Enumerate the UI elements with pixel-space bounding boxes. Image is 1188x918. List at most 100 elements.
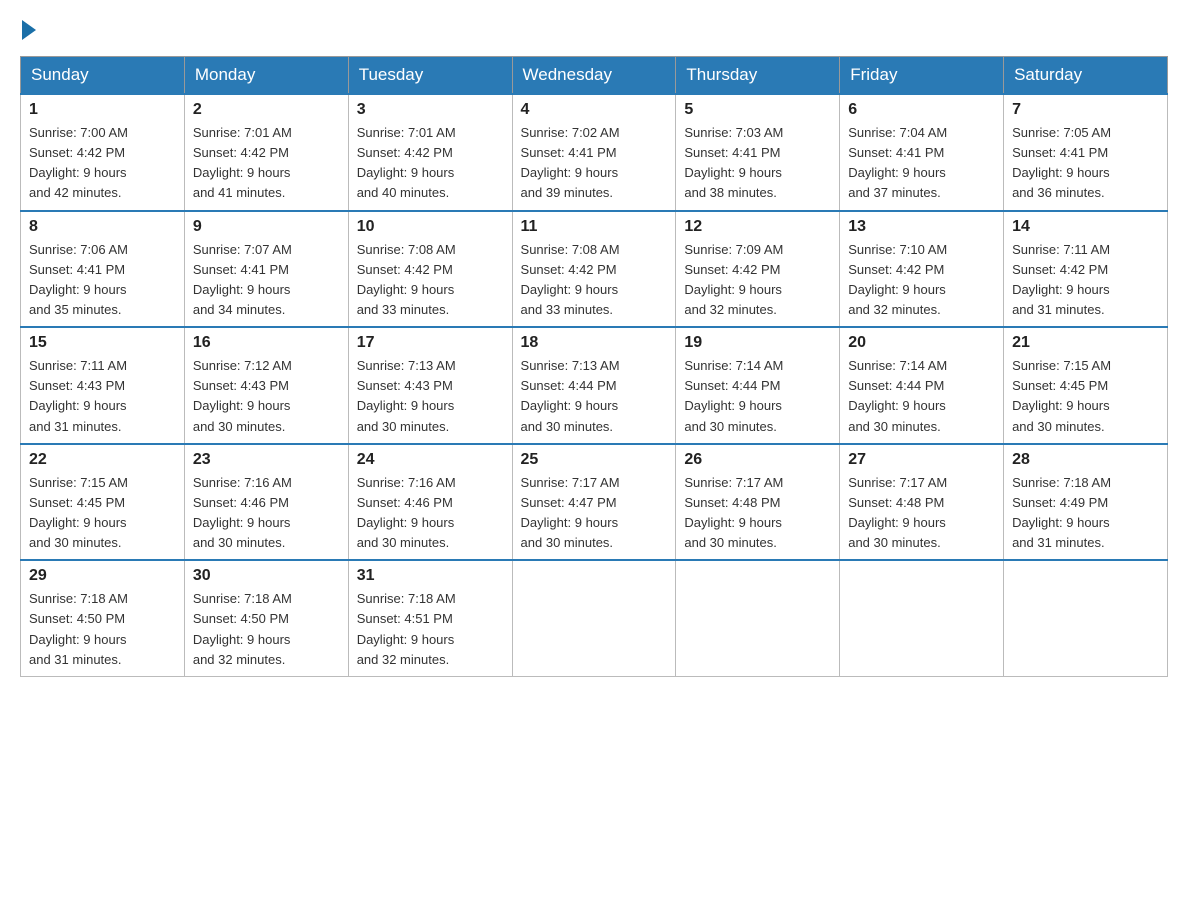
day-number-28: 28 (1012, 451, 1159, 469)
calendar-day-18: 18Sunrise: 7:13 AMSunset: 4:44 PMDayligh… (512, 327, 676, 444)
header-tuesday: Tuesday (348, 57, 512, 95)
calendar-day-23: 23 Sunrise: 7:16 AMSunset: 4:46 PMDayligh… (184, 444, 348, 561)
calendar-day-28: 28 Sunrise: 7:18 AMSunset: 4:49 PMDayligh… (1004, 444, 1168, 561)
day-number-1: 1 (29, 101, 176, 119)
calendar-day-3: 3 Sunrise: 7:01 AMSunset: 4:42 PMDaylight… (348, 94, 512, 211)
day-info-17: Sunrise: 7:13 AMSunset: 4:43 PMDaylight:… (357, 356, 504, 437)
day-number-9: 9 (193, 218, 340, 236)
day-number-21: 21 (1012, 334, 1159, 352)
header-thursday: Thursday (676, 57, 840, 95)
day-info-29: Sunrise: 7:18 AMSunset: 4:50 PMDaylight:… (29, 589, 176, 670)
day-info-14: Sunrise: 7:11 AMSunset: 4:42 PMDaylight:… (1012, 240, 1159, 321)
day-info-20: Sunrise: 7:14 AMSunset: 4:44 PMDaylight:… (848, 356, 995, 437)
day-number-31: 31 (357, 567, 504, 585)
week-row-4: 22Sunrise: 7:15 AMSunset: 4:45 PMDayligh… (21, 444, 1168, 561)
calendar-day-26: 26 Sunrise: 7:17 AMSunset: 4:48 PMDayligh… (676, 444, 840, 561)
calendar-day-16: 16 Sunrise: 7:12 AMSunset: 4:43 PMDayligh… (184, 327, 348, 444)
day-info-5: Sunrise: 7:03 AMSunset: 4:41 PMDaylight:… (684, 123, 831, 204)
day-number-14: 14 (1012, 218, 1159, 236)
week-row-1: 1 Sunrise: 7:00 AMSunset: 4:42 PMDaylight… (21, 94, 1168, 211)
calendar-day-5: 5 Sunrise: 7:03 AMSunset: 4:41 PMDaylight… (676, 94, 840, 211)
empty-cell (676, 560, 840, 676)
day-number-26: 26 (684, 451, 831, 469)
day-info-19: Sunrise: 7:14 AMSunset: 4:44 PMDaylight:… (684, 356, 831, 437)
day-info-31: Sunrise: 7:18 AMSunset: 4:51 PMDaylight:… (357, 589, 504, 670)
day-number-22: 22 (29, 451, 176, 469)
day-number-25: 25 (521, 451, 668, 469)
day-info-13: Sunrise: 7:10 AMSunset: 4:42 PMDaylight:… (848, 240, 995, 321)
day-number-7: 7 (1012, 101, 1159, 119)
day-info-28: Sunrise: 7:18 AMSunset: 4:49 PMDaylight:… (1012, 473, 1159, 554)
day-info-6: Sunrise: 7:04 AMSunset: 4:41 PMDaylight:… (848, 123, 995, 204)
header-saturday: Saturday (1004, 57, 1168, 95)
week-row-2: 8Sunrise: 7:06 AMSunset: 4:41 PMDaylight… (21, 211, 1168, 328)
day-info-7: Sunrise: 7:05 AMSunset: 4:41 PMDaylight:… (1012, 123, 1159, 204)
day-info-25: Sunrise: 7:17 AMSunset: 4:47 PMDaylight:… (521, 473, 668, 554)
calendar-day-11: 11 Sunrise: 7:08 AMSunset: 4:42 PMDayligh… (512, 211, 676, 328)
week-row-5: 29Sunrise: 7:18 AMSunset: 4:50 PMDayligh… (21, 560, 1168, 676)
day-number-5: 5 (684, 101, 831, 119)
calendar-day-6: 6 Sunrise: 7:04 AMSunset: 4:41 PMDaylight… (840, 94, 1004, 211)
day-number-11: 11 (521, 218, 668, 236)
calendar-day-2: 2 Sunrise: 7:01 AMSunset: 4:42 PMDaylight… (184, 94, 348, 211)
day-info-1: Sunrise: 7:00 AMSunset: 4:42 PMDaylight:… (29, 123, 176, 204)
calendar-day-14: 14 Sunrise: 7:11 AMSunset: 4:42 PMDayligh… (1004, 211, 1168, 328)
day-number-6: 6 (848, 101, 995, 119)
calendar-day-15: 15Sunrise: 7:11 AMSunset: 4:43 PMDayligh… (21, 327, 185, 444)
day-number-16: 16 (193, 334, 340, 352)
day-number-10: 10 (357, 218, 504, 236)
day-info-3: Sunrise: 7:01 AMSunset: 4:42 PMDaylight:… (357, 123, 504, 204)
calendar-day-7: 7 Sunrise: 7:05 AMSunset: 4:41 PMDaylight… (1004, 94, 1168, 211)
day-number-24: 24 (357, 451, 504, 469)
calendar-day-22: 22Sunrise: 7:15 AMSunset: 4:45 PMDayligh… (21, 444, 185, 561)
calendar-day-25: 25 Sunrise: 7:17 AMSunset: 4:47 PMDayligh… (512, 444, 676, 561)
day-number-12: 12 (684, 218, 831, 236)
day-number-18: 18 (521, 334, 668, 352)
calendar-day-10: 10 Sunrise: 7:08 AMSunset: 4:42 PMDayligh… (348, 211, 512, 328)
calendar-day-19: 19 Sunrise: 7:14 AMSunset: 4:44 PMDayligh… (676, 327, 840, 444)
day-info-4: Sunrise: 7:02 AMSunset: 4:41 PMDaylight:… (521, 123, 668, 204)
day-number-30: 30 (193, 567, 340, 585)
day-info-24: Sunrise: 7:16 AMSunset: 4:46 PMDaylight:… (357, 473, 504, 554)
day-info-26: Sunrise: 7:17 AMSunset: 4:48 PMDaylight:… (684, 473, 831, 554)
logo-arrow-icon (22, 20, 36, 40)
logo (20, 20, 38, 40)
day-info-12: Sunrise: 7:09 AMSunset: 4:42 PMDaylight:… (684, 240, 831, 321)
day-number-4: 4 (521, 101, 668, 119)
day-info-11: Sunrise: 7:08 AMSunset: 4:42 PMDaylight:… (521, 240, 668, 321)
empty-cell (512, 560, 676, 676)
header-wednesday: Wednesday (512, 57, 676, 95)
day-number-2: 2 (193, 101, 340, 119)
week-row-3: 15Sunrise: 7:11 AMSunset: 4:43 PMDayligh… (21, 327, 1168, 444)
day-info-23: Sunrise: 7:16 AMSunset: 4:46 PMDaylight:… (193, 473, 340, 554)
day-info-30: Sunrise: 7:18 AMSunset: 4:50 PMDaylight:… (193, 589, 340, 670)
header-monday: Monday (184, 57, 348, 95)
page-header (20, 20, 1168, 40)
header-friday: Friday (840, 57, 1004, 95)
day-number-27: 27 (848, 451, 995, 469)
day-info-16: Sunrise: 7:12 AMSunset: 4:43 PMDaylight:… (193, 356, 340, 437)
day-number-3: 3 (357, 101, 504, 119)
day-info-9: Sunrise: 7:07 AMSunset: 4:41 PMDaylight:… (193, 240, 340, 321)
empty-cell (840, 560, 1004, 676)
calendar-day-9: 9 Sunrise: 7:07 AMSunset: 4:41 PMDaylight… (184, 211, 348, 328)
day-number-15: 15 (29, 334, 176, 352)
empty-cell (1004, 560, 1168, 676)
day-number-17: 17 (357, 334, 504, 352)
day-info-2: Sunrise: 7:01 AMSunset: 4:42 PMDaylight:… (193, 123, 340, 204)
day-info-10: Sunrise: 7:08 AMSunset: 4:42 PMDaylight:… (357, 240, 504, 321)
day-number-19: 19 (684, 334, 831, 352)
calendar-day-31: 31 Sunrise: 7:18 AMSunset: 4:51 PMDayligh… (348, 560, 512, 676)
calendar-day-4: 4 Sunrise: 7:02 AMSunset: 4:41 PMDaylight… (512, 94, 676, 211)
calendar-day-29: 29Sunrise: 7:18 AMSunset: 4:50 PMDayligh… (21, 560, 185, 676)
day-number-23: 23 (193, 451, 340, 469)
calendar-table: SundayMondayTuesdayWednesdayThursdayFrid… (20, 56, 1168, 677)
calendar-day-27: 27 Sunrise: 7:17 AMSunset: 4:48 PMDayligh… (840, 444, 1004, 561)
calendar-header-row: SundayMondayTuesdayWednesdayThursdayFrid… (21, 57, 1168, 95)
day-info-8: Sunrise: 7:06 AMSunset: 4:41 PMDaylight:… (29, 240, 176, 321)
day-info-27: Sunrise: 7:17 AMSunset: 4:48 PMDaylight:… (848, 473, 995, 554)
day-info-21: Sunrise: 7:15 AMSunset: 4:45 PMDaylight:… (1012, 356, 1159, 437)
calendar-day-13: 13Sunrise: 7:10 AMSunset: 4:42 PMDayligh… (840, 211, 1004, 328)
calendar-day-30: 30 Sunrise: 7:18 AMSunset: 4:50 PMDayligh… (184, 560, 348, 676)
calendar-day-12: 12 Sunrise: 7:09 AMSunset: 4:42 PMDayligh… (676, 211, 840, 328)
